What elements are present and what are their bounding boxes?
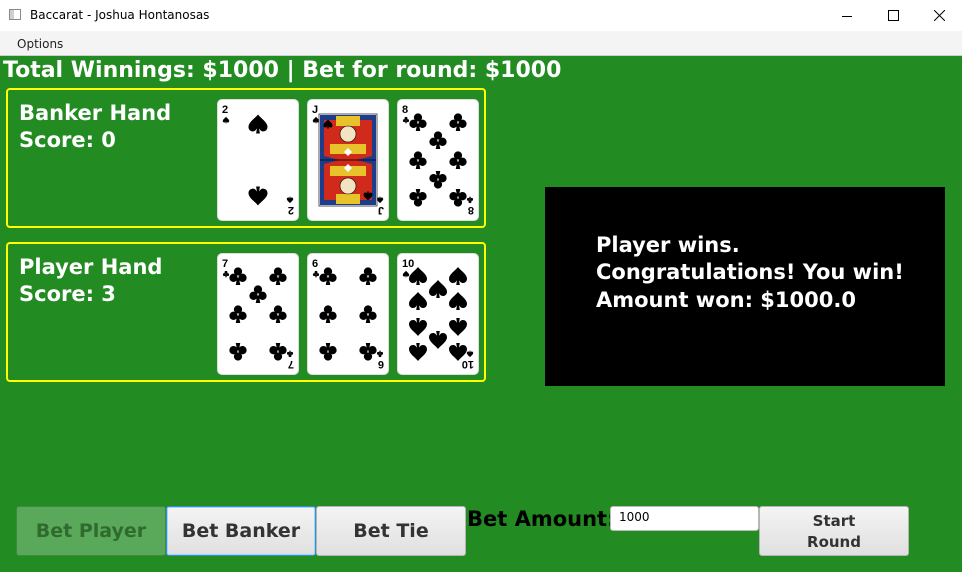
bet-amount-input[interactable]: 1000 — [610, 506, 759, 531]
bet-player-button[interactable]: Bet Player — [16, 506, 166, 556]
card-rank: 10 — [462, 358, 474, 370]
card-rank: 7 — [288, 358, 294, 370]
banker-hand-title: Banker Hand — [19, 101, 172, 125]
player-card-2: 66 — [308, 254, 388, 374]
start-round-label-line2: Round — [807, 533, 861, 551]
result-message-box: Player wins. Congratulations! You win! A… — [545, 187, 945, 386]
player-card-1: 77 — [218, 254, 298, 374]
banker-card-1: 22 — [218, 100, 298, 220]
card-face: 10 10 — [398, 254, 478, 374]
close-icon — [933, 10, 945, 21]
bet-tie-button[interactable]: Bet Tie — [316, 506, 466, 556]
card-face: JJ — [308, 100, 388, 220]
card-face: 22 — [218, 100, 298, 220]
close-button[interactable] — [916, 0, 962, 31]
banker-score: Score: 0 — [19, 128, 116, 152]
winnings-header: Total Winnings: $1000 | Bet for round: $… — [3, 58, 562, 83]
bet-amount-label: Bet Amount: — [467, 507, 616, 531]
title-bar: Baccarat - Joshua Hontanosas — [0, 0, 962, 32]
player-hand-title: Player Hand — [19, 255, 163, 279]
start-round-label-line1: Start — [812, 512, 856, 530]
window-title: Baccarat - Joshua Hontanosas — [30, 8, 210, 22]
minimize-button[interactable] — [824, 0, 870, 31]
banker-card-3: 88 — [398, 100, 478, 220]
card-rank: J — [378, 204, 384, 216]
card-face: 66 — [308, 254, 388, 374]
maximize-button[interactable] — [870, 0, 916, 31]
app-icon — [9, 9, 21, 20]
start-round-button[interactable]: Start Round — [759, 506, 909, 556]
card-rank: 6 — [378, 358, 384, 370]
result-line-3: Amount won: $1000.0 — [596, 288, 856, 312]
card-face: 88 — [398, 100, 478, 220]
card-rank: 2 — [222, 104, 228, 116]
banker-card-2: JJ — [308, 100, 388, 220]
menu-bar: Options — [0, 31, 962, 56]
card-rank: 6 — [312, 258, 318, 270]
result-line-2: Congratulations! You win! — [596, 260, 904, 284]
card-rank: J — [312, 104, 318, 116]
minimize-icon — [842, 15, 852, 17]
card-rank: 2 — [288, 204, 294, 216]
card-rank: 10 — [402, 258, 414, 270]
menu-options[interactable]: Options — [17, 37, 63, 51]
card-rank: 8 — [468, 204, 474, 216]
card-rank: 7 — [222, 258, 228, 270]
game-table: Total Winnings: $1000 | Bet for round: $… — [0, 56, 962, 572]
maximize-icon — [887, 10, 899, 21]
player-card-3: 10 10 — [398, 254, 478, 374]
card-rank: 8 — [402, 104, 408, 116]
bet-banker-button[interactable]: Bet Banker — [166, 506, 316, 556]
result-line-1: Player wins. — [596, 233, 740, 257]
player-score: Score: 3 — [19, 282, 116, 306]
card-face: 77 — [218, 254, 298, 374]
